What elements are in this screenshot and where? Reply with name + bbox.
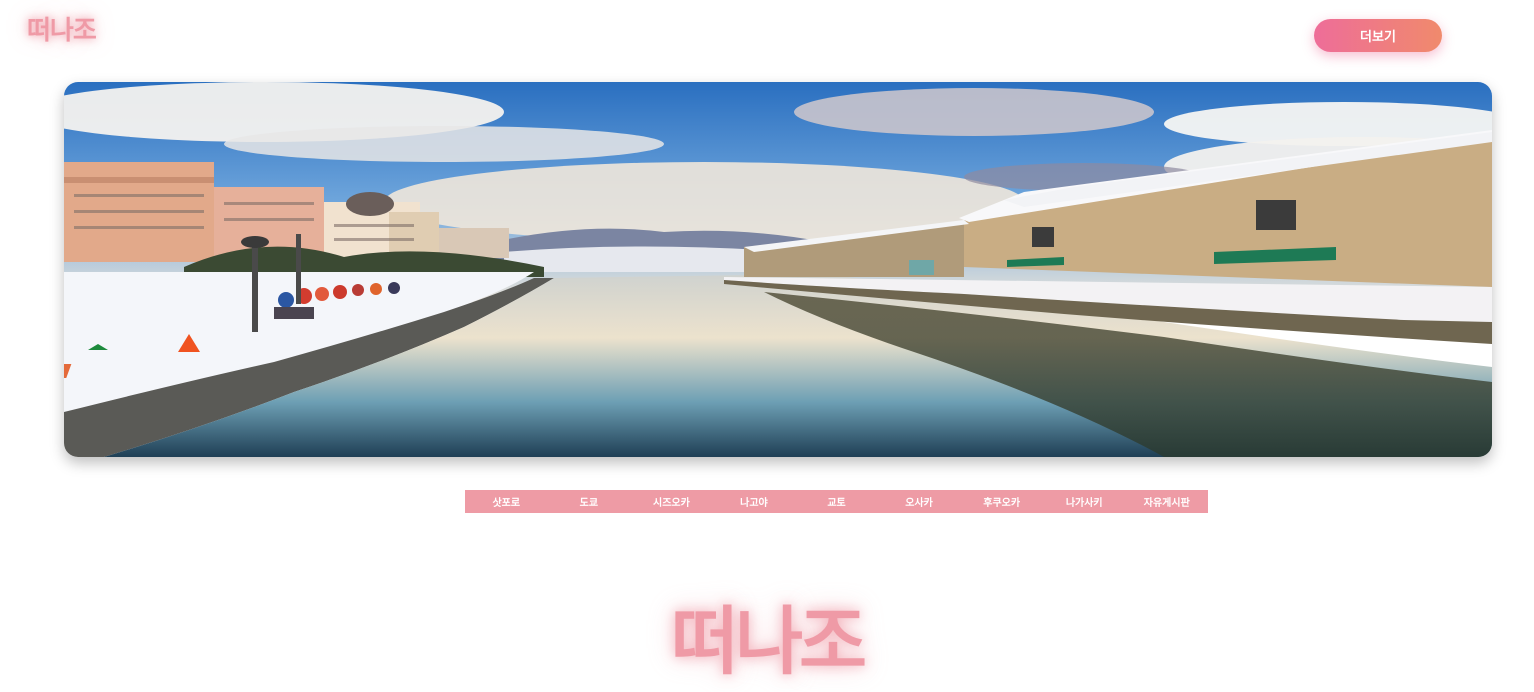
nav-item-osaka[interactable]: 오사카 xyxy=(878,490,961,513)
nav-item-sapporo[interactable]: 삿포로 xyxy=(465,490,548,513)
site-logo[interactable]: 떠나조 xyxy=(27,10,97,47)
region-nav: 삿포로 도쿄 시즈오카 나고야 교토 오사카 후쿠오카 나가사키 자유게시판 xyxy=(465,490,1208,513)
hero-logo-text: 떠나조 xyxy=(670,599,867,685)
nav-item-kyoto[interactable]: 교토 xyxy=(795,490,878,513)
nav-item-fukuoka[interactable]: 후쿠오카 xyxy=(960,490,1043,513)
snowy-canal-photo xyxy=(64,82,1492,457)
nav-item-nagasaki[interactable]: 나가사키 xyxy=(1043,490,1126,513)
nav-item-tokyo[interactable]: 도쿄 xyxy=(548,490,631,513)
hero-banner xyxy=(64,82,1492,457)
nav-item-nagoya[interactable]: 나고야 xyxy=(713,490,796,513)
nav-item-free-board[interactable]: 자유게시판 xyxy=(1126,490,1209,513)
nav-item-shizuoka[interactable]: 시즈오카 xyxy=(630,490,713,513)
more-button[interactable]: 더보기 xyxy=(1314,19,1442,52)
page: 떠나조 더보기 삿포로 도쿄 시즈오카 나고야 교토 오사카 후쿠오카 나가사키… xyxy=(0,0,1534,692)
